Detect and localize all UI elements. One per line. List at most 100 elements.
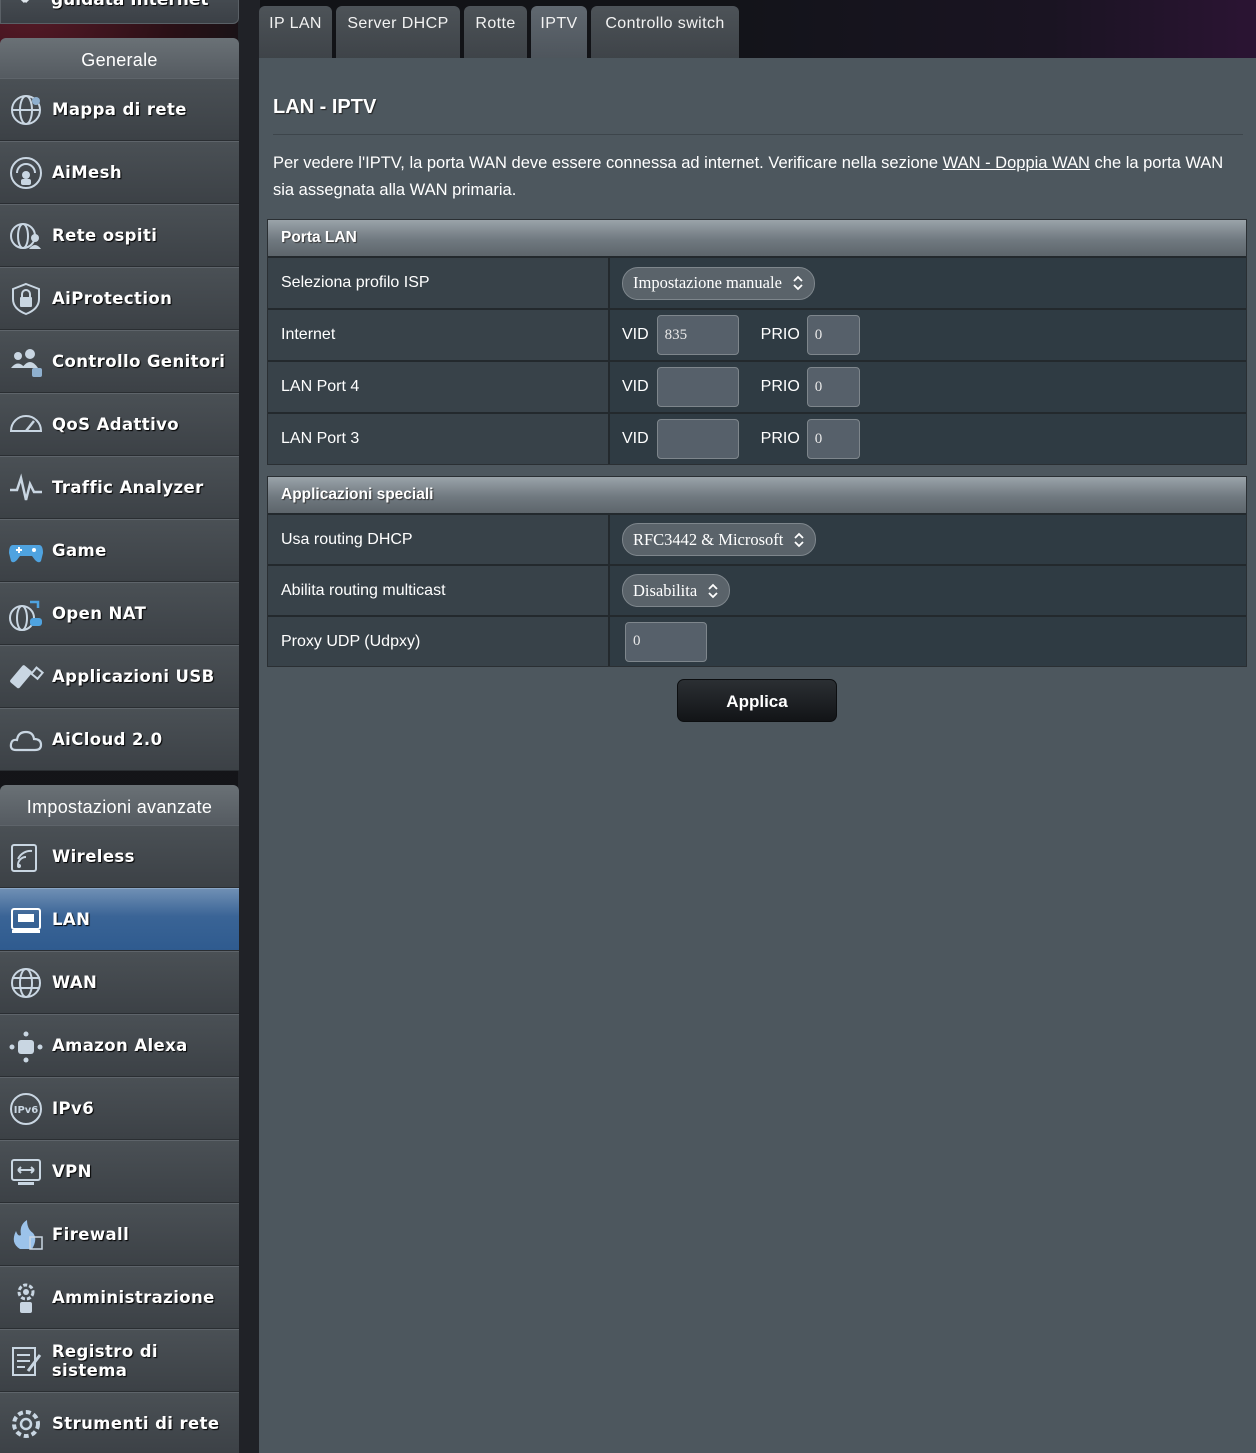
alexa-icon <box>9 1031 43 1062</box>
sidebar-item-label: LAN <box>52 910 91 929</box>
sidebar-item-label: Game <box>52 541 107 560</box>
chevron-up-down-icon <box>794 532 804 547</box>
sidebar-section-general: Generale <box>0 38 239 78</box>
isp-profile-select[interactable]: Impostazione manuale <box>622 266 815 300</box>
title-divider <box>273 134 1243 135</box>
sidebar-item-label: Amazon Alexa <box>52 1036 188 1055</box>
table-row: Usa routing DHCP RFC3442 & Microsoft <box>268 513 1246 564</box>
prio-label: PRIO <box>760 378 800 395</box>
tab-routes[interactable]: Rotte <box>464 6 527 59</box>
isp-profile-value: Impostazione manuale <box>633 273 782 292</box>
sidebar-item-label: AiProtection <box>52 289 173 308</box>
sidebar-item-traffic-analyzer[interactable]: Traffic Analyzer <box>0 456 239 519</box>
vid-label: VID <box>622 430 649 447</box>
wireless-icon <box>11 843 37 872</box>
table-row: Seleziona profilo ISP Impostazione manua… <box>268 256 1246 308</box>
guest-network-icon <box>10 222 41 249</box>
sidebar-item-label: QoS Adattivo <box>52 415 180 434</box>
lan-port-3-vid-input[interactable] <box>656 419 739 459</box>
vid-label: VID <box>622 378 649 395</box>
dhcp-routing-value: RFC3442 & Microsoft <box>633 529 784 549</box>
prio-label: PRIO <box>760 430 800 447</box>
sidebar-item-label: Wireless <box>52 847 135 866</box>
system-log-icon <box>11 1346 42 1376</box>
table-row: Abilita routing multicast Disabilita <box>268 564 1246 615</box>
sidebar-item-quick-setup[interactable]: guidata Internet <box>0 0 239 24</box>
sidebar-item-amazon-alexa[interactable]: Amazon Alexa <box>0 1014 239 1077</box>
sidebar-item-adaptive-qos[interactable]: QoS Adattivo <box>0 393 239 456</box>
sidebar-item-label: Controllo Genitori <box>52 352 226 371</box>
main-panel: LAN - IPTV Per vedere l'IPTV, la porta W… <box>259 58 1256 1453</box>
sidebar-item-aicloud[interactable]: AiCloud 2.0 <box>0 708 239 771</box>
sidebar-item-firewall[interactable]: Firewall <box>0 1203 239 1266</box>
internet-prio-input[interactable]: 0 <box>806 315 860 355</box>
ipv6-icon: IPv6 <box>10 1092 42 1125</box>
dhcp-routing-select[interactable]: RFC3442 & Microsoft <box>622 523 817 556</box>
sidebar-item-open-nat[interactable]: Open NAT <box>0 582 239 645</box>
sidebar-item-aiprotection[interactable]: AiProtection <box>0 267 239 330</box>
sidebar-item-ipv6[interactable]: IPv6 IPv6 <box>0 1077 239 1140</box>
table-row: LAN Port 3 VID PRIO 0 <box>268 412 1246 464</box>
tab-ip-lan[interactable]: IP LAN <box>259 6 332 59</box>
sidebar-item-administration[interactable]: Amministrazione <box>0 1266 239 1329</box>
table-row: LAN Port 4 VID PRIO 0 <box>268 360 1246 412</box>
lan-port-4-label: LAN Port 4 <box>268 362 610 412</box>
header-glow <box>740 0 1256 58</box>
lan-port-4-prio-input[interactable]: 0 <box>806 367 860 407</box>
lan-icon <box>11 907 41 933</box>
sidebar-item-network-map[interactable]: Mappa di rete <box>0 78 239 141</box>
shield-lock-icon <box>12 282 40 315</box>
isp-profile-label: Seleziona profilo ISP <box>268 258 610 308</box>
traffic-analyzer-icon <box>10 472 42 500</box>
sidebar-item-label: Traffic Analyzer <box>52 478 204 497</box>
udpxy-input[interactable]: 0 <box>625 621 707 662</box>
lan-port-4-vid-input[interactable] <box>656 367 739 407</box>
gamepad-icon <box>9 544 43 562</box>
special-apps-table-header: Applicazioni speciali <box>268 477 1246 513</box>
sidebar-item-system-log[interactable]: Registro di sistema <box>0 1329 239 1392</box>
sidebar-item-wireless[interactable]: Wireless <box>0 825 239 888</box>
sidebar-item-vpn[interactable]: VPN <box>0 1140 239 1203</box>
internet-row-label: Internet <box>268 310 610 360</box>
sidebar-section-advanced: Impostazioni avanzate <box>0 785 239 825</box>
sidebar-item-lan[interactable]: LAN <box>0 888 239 951</box>
wan-dual-wan-link[interactable]: WAN - Doppia WAN <box>943 154 1090 172</box>
special-apps-table: Applicazioni speciali Usa routing DHCP R… <box>267 476 1247 667</box>
sidebar-item-wan[interactable]: WAN <box>0 951 239 1014</box>
sidebar-item-game[interactable]: Game <box>0 519 239 582</box>
tab-dhcp-server[interactable]: Server DHCP <box>336 6 460 59</box>
vid-label: VID <box>622 326 649 343</box>
sidebar-item-label: Applicazioni USB <box>52 667 215 686</box>
internet-vid-input[interactable]: 835 <box>656 315 739 355</box>
sidebar-item-label: Firewall <box>52 1225 130 1244</box>
sidebar-item-aimesh[interactable]: AiMesh <box>0 141 239 204</box>
multicast-routing-value: Disabilita <box>633 580 698 600</box>
lan-port-3-prio-input[interactable]: 0 <box>806 419 860 459</box>
description-text: Per vedere l'IPTV, la porta WAN deve ess… <box>273 154 943 172</box>
sidebar-item-label: Registro di sistema <box>51 1341 158 1380</box>
parental-control-icon <box>11 348 42 377</box>
tab-switch-control[interactable]: Controllo switch <box>591 6 739 59</box>
sidebar-item-label: VPN <box>52 1162 92 1181</box>
wand-icon <box>20 0 30 4</box>
sidebar-item-label: Amministrazione <box>52 1288 215 1307</box>
sidebar-item-guest-network[interactable]: Rete ospiti <box>0 204 239 267</box>
cloud-icon <box>9 730 43 751</box>
iptv-description: Per vedere l'IPTV, la porta WAN deve ess… <box>273 150 1233 204</box>
sidebar-item-label: Strumenti di rete <box>52 1414 220 1433</box>
globe-network-icon <box>11 94 41 125</box>
table-row: Proxy UDP (Udpxy) 0 <box>268 615 1246 666</box>
page-title: LAN - IPTV <box>273 96 377 118</box>
sidebar-item-parental-control[interactable]: Controllo Genitori <box>0 330 239 393</box>
sidebar: guidata Internet Generale Mappa di rete … <box>0 0 239 1453</box>
sidebar-item-label: Rete ospiti <box>52 226 158 245</box>
multicast-routing-select[interactable]: Disabilita <box>622 574 731 607</box>
sidebar-item-label: IPv6 <box>52 1099 95 1118</box>
wan-globe-icon <box>11 967 41 998</box>
usb-icon <box>10 664 44 688</box>
tab-iptv[interactable]: IPTV <box>531 6 587 59</box>
apply-button[interactable]: Applica <box>677 679 837 722</box>
table-row: Internet VID 835 PRIO 0 <box>268 308 1246 360</box>
sidebar-item-network-tools[interactable]: Strumenti di rete <box>0 1392 239 1453</box>
sidebar-item-usb-applications[interactable]: Applicazioni USB <box>0 645 239 708</box>
